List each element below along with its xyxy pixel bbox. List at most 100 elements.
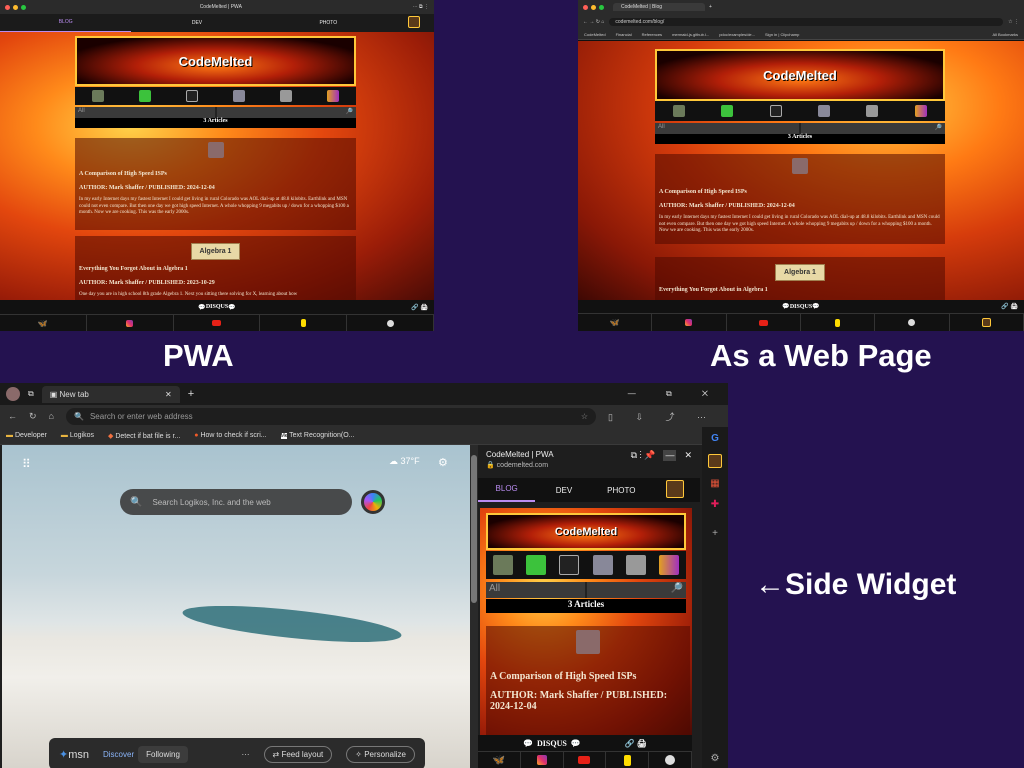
bluesky-icon[interactable]: 🦋 — [578, 314, 653, 331]
category-select[interactable]: All — [75, 107, 215, 118]
code-icon[interactable] — [559, 555, 580, 575]
slack-icon[interactable]: ✚ — [711, 499, 719, 510]
article-card[interactable]: A Comparison of High Speed ISPs AUTHOR: … — [655, 154, 945, 244]
avatar-icon[interactable] — [950, 314, 1024, 331]
disqus-button[interactable]: DISQUS — [790, 304, 812, 310]
photo-icon[interactable] — [492, 555, 513, 575]
network-icon[interactable] — [818, 105, 831, 117]
back-icon[interactable]: ← — [8, 411, 17, 421]
youtube-icon[interactable] — [564, 752, 607, 768]
maximize-dot-icon[interactable] — [599, 4, 604, 10]
toolbar-icons[interactable]: ☆ ⋮ — [1008, 19, 1019, 25]
bluesky-icon[interactable]: 🦋 — [0, 315, 87, 331]
code-icon[interactable] — [186, 90, 199, 102]
article-title[interactable]: A Comparison of High Speed ISPs — [659, 189, 941, 195]
favorite-item[interactable]: ● How to check if scri... — [194, 432, 266, 439]
network-icon[interactable] — [232, 90, 245, 102]
address-input[interactable]: 🔍 Search or enter web address ☆ — [65, 407, 596, 425]
instagram-icon[interactable] — [652, 314, 727, 331]
instagram-icon[interactable] — [87, 315, 174, 331]
home-icon[interactable]: ⌂ — [49, 411, 54, 421]
workspaces-icon[interactable]: ⧉ — [28, 389, 34, 399]
bluesky-icon[interactable]: 🦋 — [478, 752, 521, 768]
share-icons[interactable]: 🔗 🖨 — [1001, 303, 1018, 310]
camera-icon[interactable] — [279, 90, 292, 102]
phone-icon[interactable] — [721, 105, 734, 117]
msn-tab-discover[interactable]: Discover — [103, 750, 134, 759]
msn-tab-following[interactable]: Following — [138, 745, 188, 763]
phone-icon[interactable] — [139, 90, 152, 102]
settings-icon[interactable]: ⚙ — [438, 456, 448, 469]
youtube-icon[interactable] — [727, 314, 801, 331]
add-sidebar-icon[interactable]: + — [712, 528, 718, 539]
profile-avatar[interactable] — [6, 387, 20, 401]
minimize-dot-icon[interactable] — [591, 4, 596, 10]
favorite-item[interactable]: ◆ Detect if bat file is r... — [108, 432, 180, 440]
page-scrollbar[interactable] — [470, 445, 478, 768]
more-menu[interactable]: ··· — [242, 750, 250, 759]
avatar-icon[interactable] — [407, 16, 420, 28]
book-icon[interactable] — [326, 90, 339, 102]
close-dot-icon[interactable] — [5, 4, 10, 10]
share-icons[interactable]: 🔗 🖨 — [625, 739, 647, 748]
search-input[interactable]: 🔎 — [801, 123, 945, 134]
camera-icon[interactable] — [625, 555, 646, 575]
disqus-button[interactable]: DISQUS — [537, 739, 567, 748]
camera-icon[interactable] — [866, 105, 879, 117]
codemelted-icon[interactable] — [708, 454, 722, 468]
tab-dev[interactable]: DEV — [535, 486, 592, 495]
all-bookmarks[interactable]: All Bookmarks — [992, 32, 1018, 37]
photo-icon[interactable] — [673, 105, 686, 117]
feed-layout-button[interactable]: ⇄ Feed layout — [263, 745, 333, 763]
article-title[interactable]: A Comparison of High Speed ISPs — [490, 671, 686, 682]
refresh-icon[interactable]: ↻ — [29, 411, 37, 422]
category-select[interactable]: All — [486, 582, 585, 598]
new-tab-button[interactable]: + — [188, 388, 194, 400]
article-card[interactable]: A Comparison of High Speed ISPs AUTHOR: … — [75, 138, 356, 230]
github-icon[interactable] — [875, 314, 950, 331]
favorite-star-icon[interactable]: ☆ — [581, 412, 588, 421]
article-title[interactable]: Everything You Forgot About in Algebra 1 — [659, 287, 941, 293]
tab-blog[interactable]: BLOG — [478, 478, 536, 502]
bookmark-item[interactable]: pdoc/examples/de... — [719, 32, 755, 37]
share-icons[interactable]: 🔗 🖨 — [411, 304, 428, 311]
article-card[interactable]: A Comparison of High Speed ISPs AUTHOR: … — [486, 626, 690, 735]
close-tab-icon[interactable]: ✕ — [165, 390, 172, 399]
nav-icons[interactable]: ← → ↻ ⌂ — [583, 19, 604, 25]
window-controls-icon[interactable]: ⋯ ⧉ ⋮ — [413, 4, 429, 10]
avatar-icon[interactable] — [665, 480, 684, 498]
window-controls[interactable]: — ⧉ ✕ — [628, 389, 722, 399]
close-dot-icon[interactable] — [583, 4, 588, 10]
tab-blog[interactable]: BLOG — [0, 14, 132, 32]
photo-icon[interactable] — [92, 90, 105, 102]
code-icon[interactable] — [769, 105, 782, 117]
personalize-button[interactable]: ✧ Personalize — [346, 745, 415, 763]
bookmark-item[interactable]: CodeMelted — [584, 32, 606, 37]
briefcase-icon[interactable]: ▦ — [710, 478, 719, 489]
phone-icon[interactable] — [525, 555, 546, 575]
apps-icon[interactable]: ⠿ — [22, 457, 31, 471]
category-select[interactable]: All — [655, 123, 799, 134]
search-input[interactable]: 🔎 — [216, 107, 356, 118]
sidebar-settings-icon[interactable]: ⚙ — [711, 753, 720, 764]
buymeacoffee-icon[interactable] — [801, 314, 876, 331]
favorite-item[interactable]: ▬ Developer — [6, 432, 47, 439]
browser-tab[interactable]: ▣ New tab ✕ — [41, 385, 180, 403]
bookmark-item[interactable]: mermaid-js.github.i... — [672, 32, 709, 37]
new-tab-icon[interactable]: + — [709, 4, 712, 10]
tab-photo[interactable]: PHOTO — [263, 20, 394, 26]
network-icon[interactable] — [592, 555, 613, 575]
book-icon[interactable] — [914, 105, 927, 117]
favorite-item[interactable]: Mᴋ Text Recognition(O... — [280, 432, 354, 439]
bookmark-item[interactable]: Financial — [616, 32, 632, 37]
tab-photo[interactable]: PHOTO — [593, 486, 650, 495]
disqus-button[interactable]: DISQUS — [206, 304, 228, 310]
youtube-icon[interactable] — [174, 315, 261, 331]
minimize-dot-icon[interactable] — [13, 4, 18, 10]
ntp-search-box[interactable]: 🔍 Search Logikos, Inc. and the web — [120, 489, 352, 515]
maximize-dot-icon[interactable] — [21, 4, 26, 10]
weather-widget[interactable]: ☁ 37°F — [389, 456, 420, 467]
article-title[interactable]: Everything You Forgot About in Algebra 1 — [79, 266, 352, 272]
copilot-icon[interactable] — [361, 490, 385, 514]
tab-dev[interactable]: DEV — [131, 20, 262, 26]
